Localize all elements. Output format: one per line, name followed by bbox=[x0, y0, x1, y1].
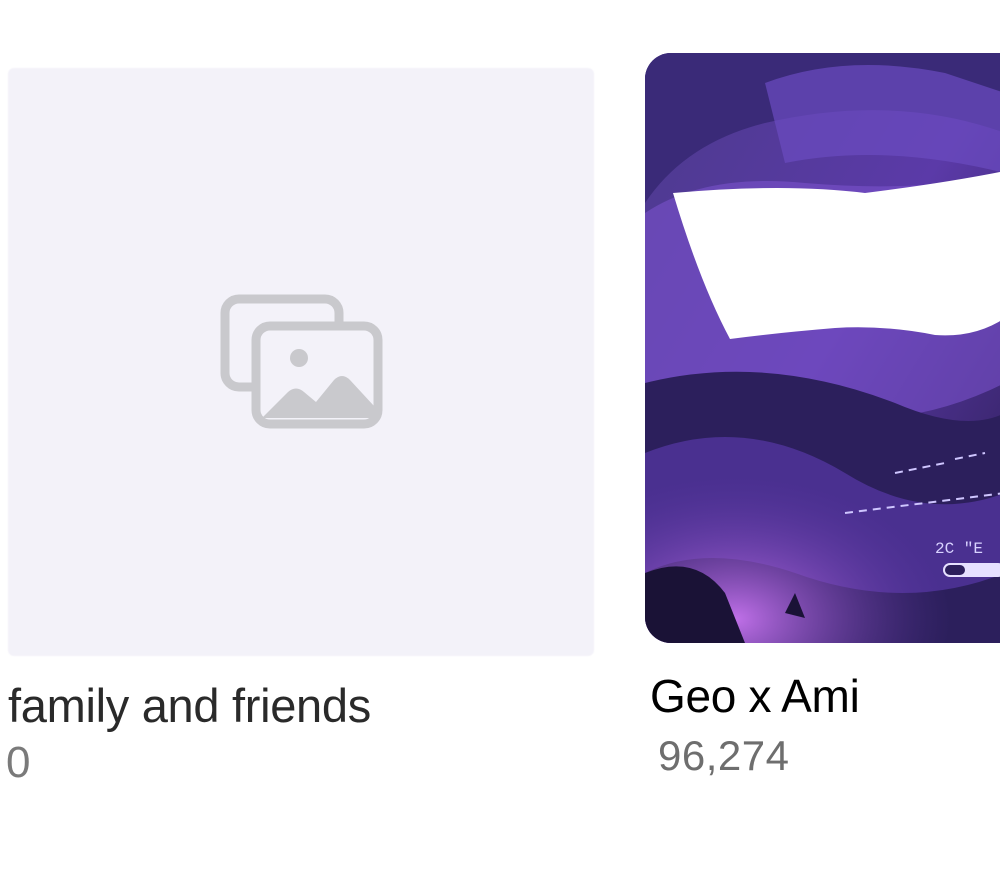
album-photo-count: 0 bbox=[6, 738, 31, 787]
album-photo-count: 96,274 bbox=[658, 732, 790, 779]
album-grid: family and friends 0 2C "E Geo x Ami 96,… bbox=[0, 0, 1000, 886]
album-cover-image[interactable]: 2C "E bbox=[645, 53, 1000, 643]
album-title: Geo x Ami bbox=[650, 670, 860, 722]
photos-placeholder-icon bbox=[218, 292, 384, 432]
artwork-label: 2C "E bbox=[935, 540, 983, 558]
album-title: family and friends bbox=[8, 679, 371, 732]
